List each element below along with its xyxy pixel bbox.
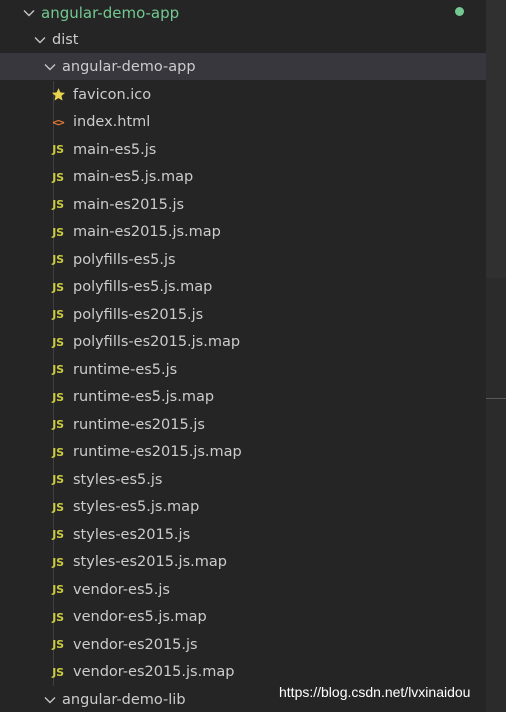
js-icon: JS — [52, 583, 64, 596]
tree-item-label: styles-es2015.js — [73, 526, 191, 543]
js-icon: JS — [52, 363, 64, 376]
js-icon: JS — [52, 445, 64, 459]
tree-item-label: angular-demo-app — [41, 3, 180, 22]
chevron-down-icon — [32, 32, 48, 48]
git-modified-dot-icon — [455, 7, 464, 16]
tree-item-label: main-es2015.js — [73, 196, 185, 213]
html-icon: <> — [52, 115, 64, 129]
tree-item-file[interactable]: JS vendor-es5.js.map — [0, 604, 486, 631]
tree-item-file[interactable]: JS styles-es2015.js — [0, 521, 486, 548]
tree-item-file[interactable]: JS styles-es5.js — [0, 466, 486, 493]
tree-item-label: vendor-es5.js — [73, 581, 170, 598]
tree-item-file[interactable]: favicon.ico — [0, 81, 486, 108]
tree-item-label: styles-es5.js — [73, 471, 163, 488]
file-explorer: angular-demo-app dist angular-demo-app f… — [0, 0, 506, 712]
tree-item-label: angular-demo-lib — [62, 691, 186, 708]
tree-item-file[interactable]: JS polyfills-es2015.js.map — [0, 329, 486, 356]
js-icon: JS — [52, 610, 64, 624]
tree-item-file[interactable]: JS runtime-es5.js — [0, 356, 486, 383]
star-icon — [50, 87, 66, 103]
tree-item-root-folder[interactable]: angular-demo-app — [0, 0, 486, 26]
tree-item-file[interactable]: JS vendor-es2015.js — [0, 631, 486, 658]
tree-item-label: polyfills-es2015.js — [73, 306, 204, 323]
js-icon: JS — [52, 418, 64, 431]
tree-item-file[interactable]: JS vendor-es5.js — [0, 576, 486, 603]
js-icon: JS — [52, 143, 64, 156]
tree-item-label: runtime-es2015.js — [73, 416, 205, 433]
js-icon: JS — [52, 555, 64, 569]
tree-item-label: favicon.ico — [73, 86, 152, 103]
js-icon: JS — [52, 638, 64, 651]
tree-item-label: runtime-es5.js — [73, 361, 178, 378]
scrollbar-marker — [486, 398, 506, 399]
tree-item-label: vendor-es2015.js — [73, 636, 198, 653]
tree-item-dist-folder[interactable]: dist — [0, 26, 486, 53]
tree-item-file[interactable]: JS polyfills-es2015.js — [0, 301, 486, 328]
tree-item-file[interactable]: JS styles-es5.js.map — [0, 494, 486, 521]
js-icon: JS — [52, 280, 64, 294]
tree-item-label: main-es5.js.map — [73, 169, 194, 185]
tree-item-label: dist — [52, 31, 79, 48]
scrollbar-thumb[interactable] — [486, 0, 506, 278]
js-icon: JS — [52, 390, 64, 404]
tree-item-file[interactable]: JS main-es5.js — [0, 136, 486, 163]
tree-item-label: vendor-es2015.js.map — [73, 664, 235, 680]
js-icon: JS — [52, 253, 64, 266]
tree-item-label: polyfills-es5.js.map — [73, 279, 213, 295]
tree-item-file[interactable]: JS runtime-es5.js.map — [0, 384, 486, 411]
watermark-text: https://blog.csdn.net/lvxinaidou — [279, 684, 471, 700]
js-icon: JS — [52, 170, 64, 184]
tree-item-label: vendor-es5.js.map — [73, 609, 207, 625]
tree-item-label: main-es2015.js.map — [73, 224, 221, 240]
js-icon: JS — [52, 500, 64, 514]
tree-item-label: styles-es2015.js.map — [73, 554, 227, 570]
tree-item-file[interactable]: JS runtime-es2015.js — [0, 411, 486, 438]
js-icon: JS — [52, 473, 64, 486]
tree-item-file[interactable]: JS styles-es2015.js.map — [0, 549, 486, 576]
js-icon: JS — [52, 308, 64, 321]
js-icon: JS — [52, 528, 64, 541]
tree-item-file[interactable]: JS main-es2015.js.map — [0, 219, 486, 246]
js-icon: JS — [52, 198, 64, 211]
js-icon: JS — [52, 335, 64, 349]
tree-item-label: styles-es5.js.map — [73, 499, 200, 515]
tree-item-file[interactable]: JS vendor-es2015.js.map — [0, 659, 486, 686]
js-icon: JS — [52, 665, 64, 679]
tree-item-file[interactable]: JS main-es2015.js — [0, 191, 486, 218]
tree-item-label: runtime-es5.js.map — [73, 389, 215, 405]
tree-item-file[interactable]: JS runtime-es2015.js.map — [0, 439, 486, 466]
chevron-down-icon — [21, 5, 37, 21]
tree-item-file[interactable]: JS polyfills-es5.js.map — [0, 274, 486, 301]
tree-item-label: runtime-es2015.js.map — [73, 444, 242, 460]
tree-item-file[interactable]: JS polyfills-es5.js — [0, 246, 486, 273]
tree-item-label: polyfills-es5.js — [73, 251, 176, 268]
tree-item-label: index.html — [73, 114, 151, 130]
js-icon: JS — [52, 225, 64, 239]
chevron-down-icon — [42, 692, 58, 708]
tree-item-file[interactable]: <> index.html — [0, 109, 486, 136]
tree-item-label: angular-demo-app — [62, 58, 196, 75]
tree-item-file[interactable]: JS main-es5.js.map — [0, 164, 486, 191]
tree-item-label: polyfills-es2015.js.map — [73, 334, 241, 350]
chevron-down-icon — [42, 59, 58, 75]
tree-item-app-folder[interactable]: angular-demo-app — [0, 53, 486, 80]
tree-item-label: main-es5.js — [73, 141, 157, 158]
